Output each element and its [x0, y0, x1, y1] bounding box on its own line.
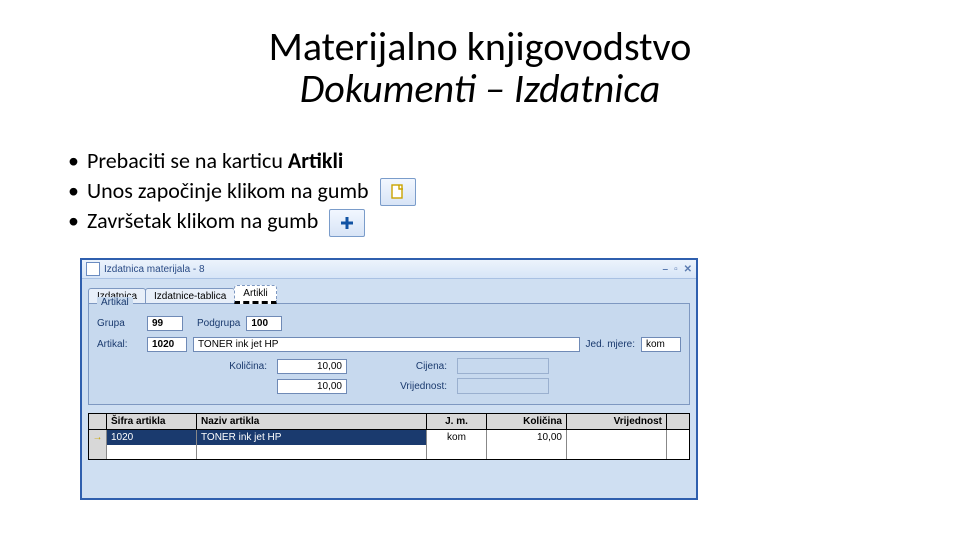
bullet-1: • Prebaciti se na karticu Artikli	[68, 146, 416, 176]
label-cijena: Cijena:	[387, 361, 447, 372]
label-podgrupa: Podgrupa	[197, 318, 240, 329]
bullet-2-text: Unos započinje klikom na gumb	[87, 177, 369, 204]
items-grid: Šifra artikla Naziv artikla J. m. Količi…	[88, 413, 690, 460]
field-jed-mjere: kom	[641, 337, 681, 352]
bullet-1-bold: Artikli	[288, 147, 343, 174]
cell-sifra: 1020	[107, 430, 197, 445]
grid-header-jm: J. m.	[427, 414, 487, 429]
window-app-icon	[86, 262, 100, 276]
grid-row-empty	[89, 445, 689, 459]
group-title: Artikal	[97, 297, 133, 308]
grid-header-marker	[89, 414, 107, 429]
bullet-list: • Prebaciti se na karticu Artikli • Unos…	[68, 146, 416, 237]
new-doc-icon	[380, 178, 416, 206]
label-artikal: Artikal:	[97, 339, 141, 350]
field-artikal-sifra[interactable]: 1020	[147, 337, 187, 352]
window-titlebar: Izdatnica materijala - 8 – ▫ ✕	[82, 260, 696, 279]
artikal-panel: Artikal Grupa 99 Podgrupa 100 Artikal: 1…	[88, 303, 690, 405]
grid-header-naziv: Naziv artikla	[197, 414, 427, 429]
bullet-1-text: Prebaciti se na karticu	[87, 147, 288, 174]
grid-header-vrijednost: Vrijednost	[567, 414, 667, 429]
title-line2: Dokumenti – Izdatnica	[0, 68, 960, 110]
window-title: Izdatnica materijala - 8	[104, 264, 659, 275]
cell-jm: kom	[427, 430, 487, 445]
slide-title: Materijalno knjigovodstvo Dokumenti – Iz…	[0, 26, 960, 110]
window-body: Izdatnica Izdatnice-tablica Artikli Arti…	[88, 284, 690, 492]
grid-header-sifra: Šifra artikla	[107, 414, 197, 429]
label-jed-mjere: Jed. mjere:	[586, 339, 635, 350]
plus-icon	[329, 209, 365, 237]
field-kolicina-2[interactable]: 10,00	[277, 379, 347, 394]
grid-header: Šifra artikla Naziv artikla J. m. Količi…	[89, 414, 689, 430]
window-minimize-button[interactable]: –	[663, 264, 669, 275]
tab-izdatnice-tablica[interactable]: Izdatnice-tablica	[145, 288, 235, 304]
bullet-3-text: Završetak klikom na gumb	[87, 207, 318, 234]
tab-bar: Izdatnica Izdatnice-tablica Artikli	[88, 284, 690, 304]
label-grupa: Grupa	[97, 318, 141, 329]
field-vrijednost	[457, 378, 549, 394]
app-window: Izdatnica materijala - 8 – ▫ ✕ Izdatnica…	[80, 258, 698, 500]
cell-vrijednost	[567, 430, 667, 445]
bullet-3: • Završetak klikom na gumb	[68, 206, 416, 237]
cell-naziv: TONER ink jet HP	[197, 430, 427, 445]
window-close-button[interactable]: ✕	[684, 264, 692, 275]
field-cijena	[457, 358, 549, 374]
window-restore-button[interactable]: ▫	[674, 264, 678, 275]
field-kolicina-1[interactable]: 10,00	[277, 359, 347, 374]
cell-kolicina: 10,00	[487, 430, 567, 445]
field-artikal-naziv[interactable]: TONER ink jet HP	[193, 337, 580, 352]
row-marker-icon: →	[93, 432, 103, 443]
grid-row[interactable]: → 1020 TONER ink jet HP kom 10,00	[89, 430, 689, 445]
grid-header-kolicina: Količina	[487, 414, 567, 429]
label-vrijednost: Vrijednost:	[387, 381, 447, 392]
field-podgrupa[interactable]: 100	[246, 316, 282, 331]
field-grupa[interactable]: 99	[147, 316, 183, 331]
title-line1: Materijalno knjigovodstvo	[0, 26, 960, 68]
label-kolicina: Količina:	[207, 361, 267, 372]
bullet-2: • Unos započinje klikom na gumb	[68, 176, 416, 207]
tab-artikli[interactable]: Artikli	[234, 285, 276, 304]
